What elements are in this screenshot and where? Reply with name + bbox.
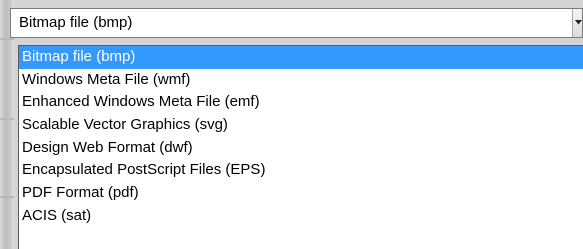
dropdown-arrow-button[interactable]	[572, 9, 582, 37]
combobox-current-value: Bitmap file (bmp)	[19, 14, 133, 31]
option-encapsulated-postscript-eps[interactable]: Encapsulated PostScript Files (EPS)	[19, 159, 583, 182]
option-windows-meta-wmf[interactable]: Windows Meta File (wmf)	[19, 69, 583, 92]
background-detail	[0, 118, 14, 120]
option-acis-sat[interactable]: ACIS (sat)	[19, 205, 583, 228]
option-enhanced-windows-meta-emf[interactable]: Enhanced Windows Meta File (emf)	[19, 91, 583, 114]
option-bitmap-bmp[interactable]: Bitmap file (bmp)	[19, 46, 583, 69]
chevron-down-icon	[575, 20, 582, 25]
file-format-combobox[interactable]: Bitmap file (bmp)	[10, 8, 583, 38]
file-format-dropdown-list: Bitmap file (bmp) Windows Meta File (wmf…	[18, 45, 583, 249]
option-pdf-format[interactable]: PDF Format (pdf)	[19, 182, 583, 205]
option-design-web-dwf[interactable]: Design Web Format (dwf)	[19, 137, 583, 160]
background-detail	[0, 38, 14, 40]
option-scalable-vector-svg[interactable]: Scalable Vector Graphics (svg)	[19, 114, 583, 137]
background-detail	[0, 196, 14, 198]
